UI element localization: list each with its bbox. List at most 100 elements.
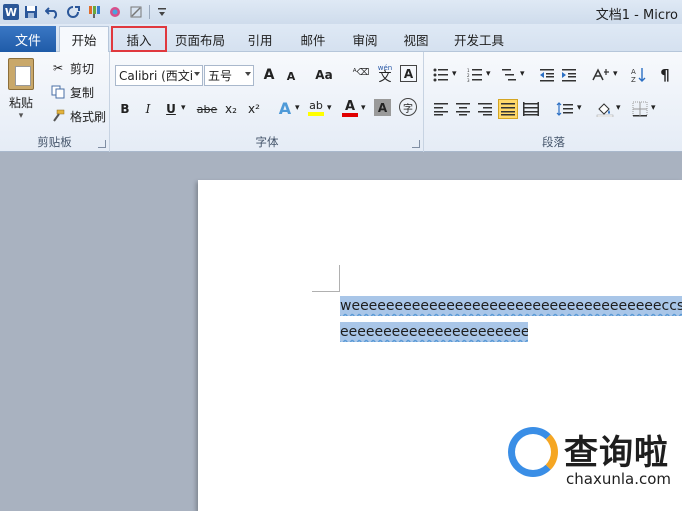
clear-formatting-button[interactable]: ᴬ⌫ — [351, 63, 371, 83]
chinese-layout-button[interactable] — [591, 65, 611, 85]
highlight-color-swatch — [308, 112, 324, 116]
tab-developer[interactable]: 开发工具 — [446, 26, 512, 52]
increase-indent-button[interactable] — [559, 65, 579, 85]
copy-icon — [50, 84, 66, 100]
font-size-combo[interactable]: 五号 — [204, 65, 254, 86]
shrink-font-button[interactable]: A — [281, 66, 301, 86]
font-launcher-icon[interactable] — [412, 140, 420, 148]
font-color-label: A — [344, 98, 356, 114]
italic-button[interactable]: I — [138, 99, 158, 119]
format-painter-button[interactable]: 格式刷 — [50, 106, 106, 126]
distributed-button[interactable] — [521, 99, 541, 119]
copy-button[interactable]: 复制 — [50, 82, 94, 102]
multilevel-list-button[interactable] — [499, 65, 519, 85]
word-logo-icon: W — [3, 4, 19, 20]
group-clipboard: 粘贴 ▾ ✂ 剪切 复制 格式刷 剪贴板 — [0, 52, 110, 152]
bullets-dropdown-icon[interactable]: ▾ — [452, 69, 457, 79]
font-color-dropdown-icon[interactable]: ▾ — [361, 103, 366, 113]
font-name-value: Calibri (西文i — [119, 69, 194, 83]
borders-dropdown-icon[interactable]: ▾ — [651, 103, 656, 113]
cut-label: 剪切 — [70, 61, 95, 76]
shading-button[interactable] — [595, 99, 615, 119]
bold-button[interactable]: B — [115, 99, 135, 119]
paste-button[interactable]: 粘贴 ▾ — [8, 58, 34, 121]
group-font: Calibri (西文i 五号 A A Aa ᴬ⌫ wén 文 A B I U … — [111, 52, 424, 152]
highlight-button[interactable]: ab — [306, 98, 326, 118]
crop-mark-vertical — [339, 265, 340, 292]
subscript-button[interactable]: x₂ — [221, 99, 241, 119]
watermark: 查询啦 chaxunla.com — [508, 425, 682, 511]
copy-label: 复制 — [70, 85, 95, 100]
format-painter-qat-icon[interactable] — [85, 3, 103, 21]
underline-dropdown-icon[interactable]: ▾ — [181, 103, 186, 113]
tab-file[interactable]: 文件 — [0, 26, 56, 52]
decrease-indent-button[interactable] — [537, 65, 557, 85]
tab-insert[interactable]: 插入 — [111, 26, 167, 52]
font-group-label: 字体 — [255, 135, 279, 149]
save-icon[interactable] — [22, 3, 40, 21]
customize-qat-icon[interactable] — [153, 3, 171, 21]
shading-dropdown-icon[interactable]: ▾ — [616, 103, 621, 113]
align-right-button[interactable] — [475, 99, 495, 119]
tab-home[interactable]: 开始 — [59, 26, 109, 52]
clipboard-launcher-icon[interactable] — [98, 140, 106, 148]
search-logo-icon — [508, 427, 558, 477]
eraser-icon: ᴬ⌫ — [352, 67, 370, 78]
align-center-button[interactable] — [453, 99, 473, 119]
svg-text:Z: Z — [631, 76, 636, 83]
character-border-button[interactable]: A — [400, 65, 417, 82]
undo-icon[interactable] — [43, 3, 61, 21]
paintbrush-icon — [50, 108, 66, 124]
draw-icon[interactable] — [127, 3, 145, 21]
enclose-characters-button[interactable]: 字 — [399, 98, 417, 116]
svg-text:A: A — [631, 68, 636, 76]
wen-char: 文 — [378, 70, 392, 85]
font-color-button[interactable]: A — [340, 98, 360, 118]
bullets-button[interactable] — [431, 65, 451, 85]
phonetic-guide-button[interactable]: wén 文 — [375, 63, 395, 85]
change-case-button[interactable]: Aa — [311, 65, 337, 85]
borders-button[interactable] — [630, 99, 650, 119]
paste-dropdown-icon: ▾ — [18, 111, 24, 121]
watermark-url: chaxunla.com — [566, 470, 671, 488]
color-wheel-icon[interactable] — [106, 3, 124, 21]
format-painter-label: 格式刷 — [70, 109, 107, 124]
show-paragraph-marks-button[interactable]: ¶ — [655, 65, 675, 85]
align-left-button[interactable] — [431, 99, 451, 119]
title-bar: W 文档1 - Micro — [0, 0, 682, 24]
chinese-layout-dropdown-icon[interactable]: ▾ — [613, 69, 618, 79]
sort-button[interactable]: AZ — [629, 65, 649, 85]
redo-icon[interactable] — [64, 3, 82, 21]
strikethrough-button[interactable]: abe — [195, 99, 219, 119]
character-shading-button[interactable]: A — [374, 99, 391, 116]
font-size-dropdown-icon — [245, 72, 251, 76]
tab-page-layout[interactable]: 页面布局 — [170, 26, 230, 52]
font-color-swatch — [342, 112, 358, 117]
ribbon-tab-row: 文件 开始 插入 页面布局 引用 邮件 审阅 视图 开发工具 — [0, 24, 682, 52]
grow-font-button[interactable]: A — [259, 65, 279, 85]
line-spacing-button[interactable] — [555, 99, 575, 119]
watermark-text: 查询啦 — [564, 433, 669, 473]
selected-text-line-1[interactable]: weeeeeeeeeeeeeeeeeeeeeeeeeeeeeeeeeeeeccs… — [340, 296, 682, 316]
superscript-button[interactable]: x² — [244, 99, 264, 119]
underline-button[interactable]: U — [161, 99, 181, 119]
cut-button[interactable]: ✂ 剪切 — [50, 58, 94, 78]
multilevel-dropdown-icon[interactable]: ▾ — [520, 69, 525, 79]
text-effects-dropdown-icon[interactable]: ▾ — [295, 103, 300, 113]
font-name-combo[interactable]: Calibri (西文i — [115, 65, 203, 86]
numbering-dropdown-icon[interactable]: ▾ — [486, 69, 491, 79]
tab-view[interactable]: 视图 — [396, 26, 436, 52]
clipboard-group-label: 剪贴板 — [37, 135, 72, 149]
tab-mailings[interactable]: 邮件 — [293, 26, 333, 52]
justify-button[interactable] — [498, 99, 518, 119]
numbering-button[interactable]: 123 — [465, 65, 485, 85]
paste-label: 粘贴 — [8, 96, 33, 110]
line-spacing-dropdown-icon[interactable]: ▾ — [577, 103, 582, 113]
selected-text-line-2[interactable]: eeeeeeeeeeeeeeeeeeeeee↵ — [340, 322, 528, 342]
text-effects-button[interactable]: A — [275, 98, 295, 118]
tab-references[interactable]: 引用 — [240, 26, 280, 52]
font-size-value: 五号 — [208, 69, 233, 83]
paragraph-group-label: 段落 — [542, 135, 565, 149]
tab-review[interactable]: 审阅 — [345, 26, 385, 52]
highlight-dropdown-icon[interactable]: ▾ — [327, 103, 332, 113]
